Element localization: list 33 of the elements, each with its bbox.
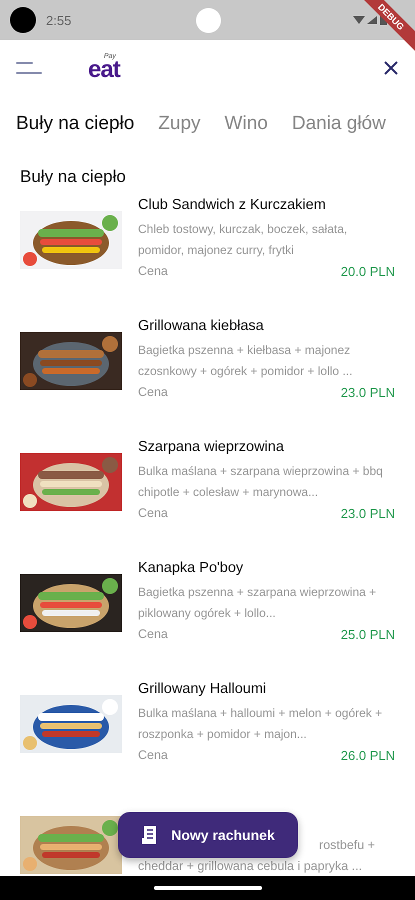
dish-price: 23.0 PLN: [340, 506, 395, 521]
category-tab[interactable]: Buły na ciepło: [16, 113, 134, 135]
status-time: 2:55: [46, 12, 72, 28]
dish-description: Bagietka pszenna + szarpana wieprzowina + piklowany ogórek + lollo...: [138, 584, 378, 622]
dish-price: 20.0 PLN: [340, 264, 395, 279]
dish-name: Grillowany Halloumi: [138, 681, 268, 697]
category-tab[interactable]: Zupy: [158, 113, 201, 135]
dish-description: Bulka maślana + halloumi + melon + ogórek + roszponka + pomidor + majon...: [138, 705, 384, 743]
dish-price: 26.0 PLN: [340, 748, 395, 763]
dish-name: Club Sandwich z Kurczakiem: [138, 197, 327, 213]
dish-name: Grillowana kiebłasa: [138, 318, 265, 334]
dish-description: cheddar + grillowana cebula i papryka ...: [138, 858, 362, 875]
notch-icon: [196, 8, 221, 33]
price-label: Cena: [138, 506, 168, 521]
dish-price: 25.0 PLN: [340, 627, 395, 642]
menu-button[interactable]: [16, 60, 42, 74]
section-title: Buły na ciepło: [19, 166, 127, 188]
dish-name: Kanapka Po'boy: [138, 560, 244, 576]
price-label: Cena: [138, 264, 168, 279]
dish-price: 23.0 PLN: [340, 385, 395, 400]
close-button[interactable]: [383, 60, 399, 76]
price-label: Cena: [138, 385, 168, 400]
category-tab[interactable]: Dania głów: [292, 113, 386, 135]
price-label: Cena: [138, 748, 168, 763]
category-tab[interactable]: Wino: [224, 113, 268, 135]
camera-icon: [10, 7, 36, 33]
dish-description: Bulka maślana + szarpana wieprzowina + bbq chipotle + colesław + marynowa...: [138, 463, 384, 501]
price-label: Cena: [138, 627, 168, 642]
dish-description: Chleb tostowy, kurczak, boczek, sałata, pomidor, majonez curry, frytki: [138, 221, 348, 259]
dish-description: rostbefu +: [319, 837, 375, 854]
dish-name: Szarpana wieprzowina: [138, 439, 285, 455]
new-bill-button[interactable]: Nowy rachunek: [118, 812, 298, 858]
dish-description: Bagietka pszenna + kiełbasa + majonez czosnkowy + ogórek + pomidor + lollo ...: [138, 342, 354, 380]
